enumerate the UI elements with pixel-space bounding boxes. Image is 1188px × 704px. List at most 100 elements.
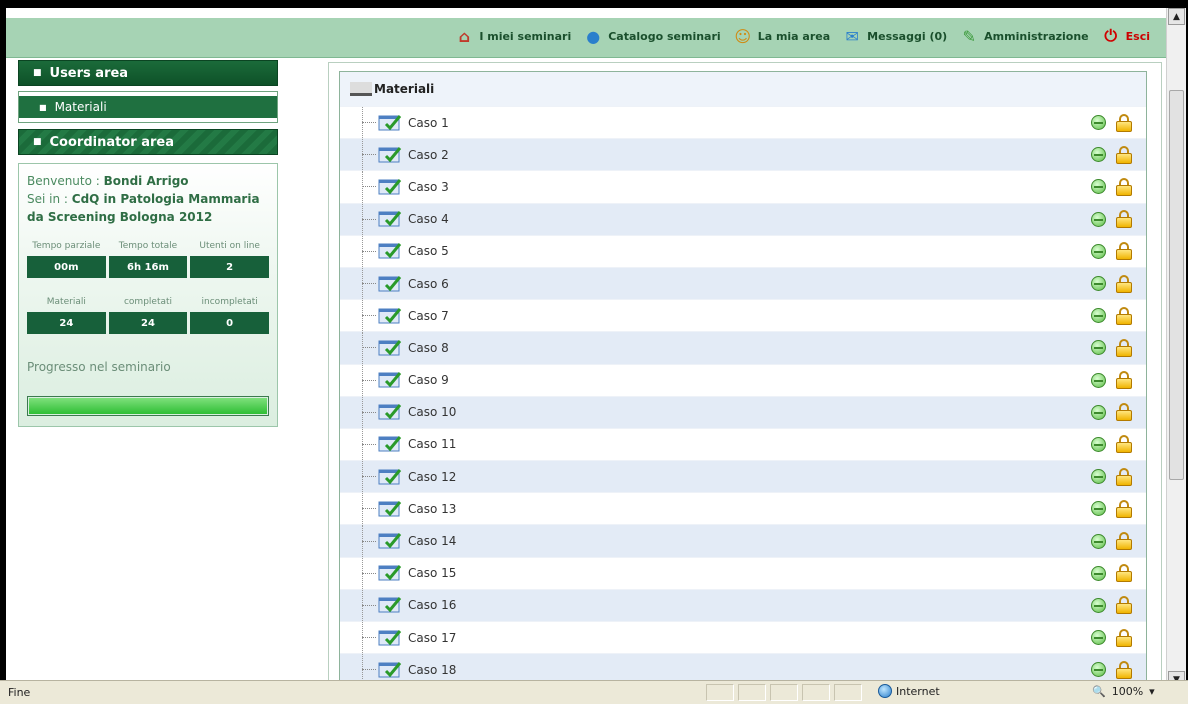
- checked-document-icon: [378, 499, 404, 519]
- tree-item[interactable]: Caso 17: [340, 621, 1146, 654]
- status-circle-icon[interactable]: [1091, 533, 1106, 549]
- nav-item-label: Messaggi (0): [867, 29, 948, 43]
- status-circle-icon[interactable]: [1091, 469, 1106, 485]
- tree-item[interactable]: Caso 12: [340, 460, 1146, 493]
- lock-icon[interactable]: [1116, 403, 1132, 422]
- tree-item[interactable]: Caso 9: [340, 363, 1146, 396]
- lock-icon[interactable]: [1116, 564, 1132, 583]
- lock-icon[interactable]: [1116, 371, 1132, 390]
- tree-item-label[interactable]: Caso 15: [408, 566, 456, 580]
- status-circle-icon[interactable]: [1091, 340, 1106, 356]
- tree-branch: [362, 508, 376, 510]
- tree-connector: [362, 428, 363, 461]
- tree-item-label[interactable]: Caso 7: [408, 309, 449, 323]
- scroll-up-button[interactable]: ▲: [1168, 8, 1185, 25]
- status-circle-icon[interactable]: [1091, 211, 1106, 227]
- tree-item[interactable]: Caso 2: [340, 138, 1146, 171]
- status-circle-icon[interactable]: [1091, 276, 1106, 292]
- nav-item-esci[interactable]: ⏻ Esci: [1101, 26, 1150, 46]
- tree-connector: [362, 654, 363, 680]
- tree-item[interactable]: Caso 1: [340, 106, 1146, 139]
- nav-item-messaggi-0[interactable]: ✉ Messaggi (0): [842, 26, 947, 46]
- tree-connector: [362, 557, 363, 589]
- lock-icon[interactable]: [1116, 274, 1132, 293]
- lock-icon[interactable]: [1116, 532, 1132, 551]
- tree-item-label[interactable]: Caso 14: [408, 534, 456, 548]
- lock-icon[interactable]: [1116, 628, 1132, 647]
- lock-icon[interactable]: [1116, 467, 1132, 486]
- tree-branch: [362, 186, 376, 188]
- status-circle-icon[interactable]: [1091, 436, 1106, 452]
- nav-item-catalogo-seminari[interactable]: ● Catalogo seminari: [583, 26, 720, 46]
- tree-item[interactable]: Caso 11: [340, 427, 1146, 461]
- status-circle-icon[interactable]: [1091, 147, 1106, 163]
- tree-connector: [362, 461, 363, 493]
- tree-item[interactable]: Caso 13: [340, 492, 1146, 525]
- tree-item-label[interactable]: Caso 1: [408, 116, 449, 130]
- tree-item[interactable]: Caso 8: [340, 331, 1146, 364]
- users-area-header[interactable]: ■ Users area: [18, 60, 278, 86]
- coordinator-area-header[interactable]: ■ Coordinator area: [18, 129, 278, 155]
- tree-item[interactable]: Caso 3: [340, 170, 1146, 203]
- status-circle-icon[interactable]: [1091, 179, 1106, 195]
- tree-item-label[interactable]: Caso 12: [408, 470, 456, 484]
- lock-icon[interactable]: [1116, 435, 1132, 454]
- tree-item-label[interactable]: Caso 16: [408, 598, 456, 612]
- chevron-down-icon[interactable]: ▾: [1149, 685, 1155, 698]
- tree-item-label[interactable]: Caso 10: [408, 405, 456, 419]
- lock-icon[interactable]: [1116, 338, 1132, 357]
- tree-item[interactable]: Caso 10: [340, 395, 1146, 428]
- tree-item[interactable]: Caso 4: [340, 202, 1146, 235]
- nav-item-amministrazione[interactable]: ✎ Amministrazione: [959, 26, 1088, 46]
- status-cell: [802, 684, 830, 701]
- lock-icon[interactable]: [1116, 242, 1132, 261]
- tree-item[interactable]: Caso 14: [340, 524, 1146, 557]
- tree-item-label[interactable]: Caso 6: [408, 277, 449, 291]
- tree-root[interactable]: Materiali: [340, 72, 1146, 106]
- status-circle-icon[interactable]: [1091, 501, 1106, 517]
- lock-icon[interactable]: [1116, 210, 1132, 229]
- sidebar-item-materiali[interactable]: ■ Materiali: [19, 96, 277, 118]
- folder-icon: [350, 82, 372, 96]
- tree-branch: [362, 250, 376, 252]
- tree-item-label[interactable]: Caso 11: [408, 437, 456, 451]
- tree-item-label[interactable]: Caso 8: [408, 341, 449, 355]
- nav-item-la-mia-area[interactable]: ☺ La mia area: [733, 26, 830, 46]
- lock-icon[interactable]: [1116, 113, 1132, 132]
- nav-item-label: I miei seminari: [479, 29, 572, 43]
- lock-icon[interactable]: [1116, 499, 1132, 518]
- tree-item[interactable]: Caso 7: [340, 299, 1146, 332]
- status-circle-icon[interactable]: [1091, 372, 1106, 388]
- tree-item-label[interactable]: Caso 13: [408, 502, 456, 516]
- tree-item[interactable]: Caso 15: [340, 556, 1146, 589]
- status-circle-icon[interactable]: [1091, 597, 1106, 613]
- lock-icon[interactable]: [1116, 660, 1132, 679]
- tree-item-label[interactable]: Caso 2: [408, 148, 449, 162]
- status-circle-icon[interactable]: [1091, 404, 1106, 420]
- lock-icon[interactable]: [1116, 145, 1132, 164]
- tree-item[interactable]: Caso 5: [340, 234, 1146, 267]
- lock-icon[interactable]: [1116, 596, 1132, 615]
- nav-item-i-miei-seminari[interactable]: ⌂ I miei seminari: [454, 26, 572, 46]
- status-circle-icon[interactable]: [1091, 243, 1106, 259]
- status-circle-icon[interactable]: [1091, 662, 1106, 678]
- tree-item[interactable]: Caso 16: [340, 588, 1146, 621]
- status-circle-icon[interactable]: [1091, 308, 1106, 324]
- status-circle-icon[interactable]: [1091, 630, 1106, 646]
- zoom-control[interactable]: 🔍 100% ▾: [1092, 685, 1155, 698]
- tree-item[interactable]: Caso 6: [340, 266, 1146, 300]
- vertical-scrollbar[interactable]: ▲ ▼: [1166, 8, 1186, 688]
- status-circle-icon[interactable]: [1091, 115, 1106, 131]
- tree-item-label[interactable]: Caso 9: [408, 373, 449, 387]
- scroll-thumb[interactable]: [1169, 90, 1184, 480]
- checked-document-icon: [378, 177, 404, 197]
- tree-item-label[interactable]: Caso 4: [408, 212, 449, 226]
- tree-item-label[interactable]: Caso 17: [408, 631, 456, 645]
- tree-item-label[interactable]: Caso 5: [408, 244, 449, 258]
- tree-item-label[interactable]: Caso 3: [408, 180, 449, 194]
- tree-item[interactable]: Caso 18: [340, 653, 1146, 680]
- status-circle-icon[interactable]: [1091, 565, 1106, 581]
- lock-icon[interactable]: [1116, 177, 1132, 196]
- tree-item-label[interactable]: Caso 18: [408, 663, 456, 677]
- lock-icon[interactable]: [1116, 306, 1132, 325]
